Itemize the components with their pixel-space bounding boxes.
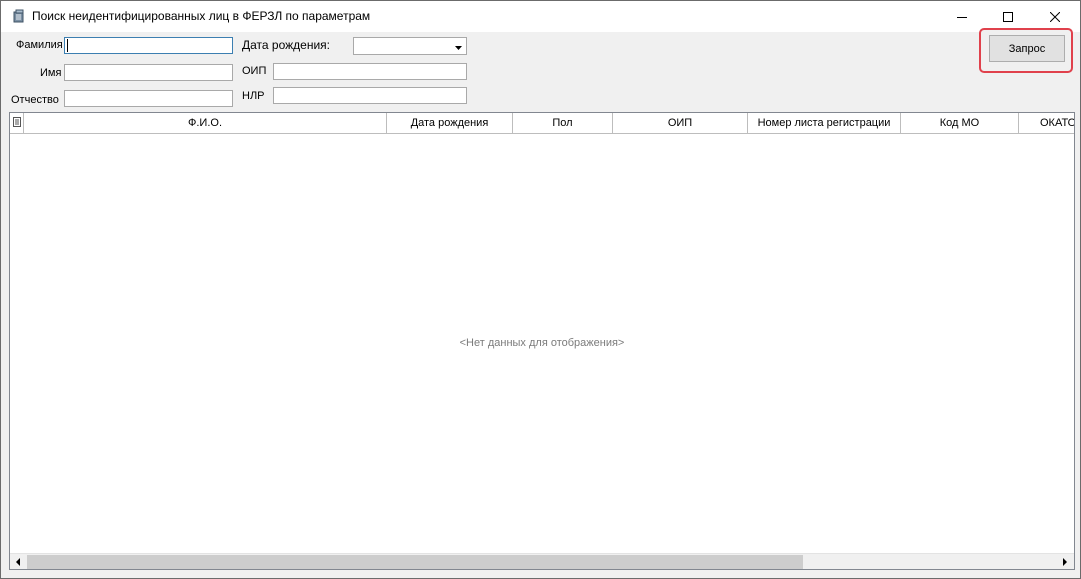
close-icon — [1050, 11, 1060, 22]
patronymic-label: Отчество — [11, 94, 59, 106]
text-caret — [67, 39, 68, 52]
nlr-field[interactable] — [273, 87, 467, 104]
column-header-birth-date[interactable]: Дата рождения — [387, 113, 513, 133]
oip-label: ОИП — [242, 65, 267, 77]
nlr-label: НЛР — [242, 90, 265, 102]
grid-header: Ф.И.О. Дата рождения Пол ОИП Номер листа… — [10, 113, 1074, 134]
name-field[interactable] — [64, 64, 233, 81]
column-chooser-button[interactable] — [10, 113, 24, 133]
title-bar[interactable]: Поиск неидентифицированных лиц в ФЕРЗЛ п… — [1, 1, 1080, 32]
chevron-down-icon[interactable] — [454, 41, 463, 55]
scrollbar-thumb[interactable] — [27, 555, 803, 569]
surname-label: Фамилия — [16, 39, 63, 51]
column-header-oip[interactable]: ОИП — [613, 113, 748, 133]
minimize-icon — [957, 12, 967, 22]
window-title: Поиск неидентифицированных лиц в ФЕРЗЛ п… — [32, 9, 371, 23]
oip-field[interactable] — [273, 63, 467, 80]
app-icon — [12, 9, 26, 23]
scroll-right-button[interactable] — [1057, 554, 1073, 569]
birth-date-label: Дата рождения: — [242, 38, 330, 52]
column-chooser-icon — [12, 116, 21, 130]
column-header-okato[interactable]: ОКАТО — [1019, 113, 1074, 133]
scroll-left-icon — [15, 555, 21, 569]
surname-field[interactable] — [64, 37, 233, 54]
query-button[interactable]: Запрос — [989, 35, 1065, 62]
minimize-button[interactable] — [939, 1, 985, 32]
scroll-right-icon — [1062, 555, 1068, 569]
maximize-icon — [1003, 11, 1013, 22]
patronymic-field[interactable] — [64, 90, 233, 107]
birth-date-picker[interactable] — [353, 37, 467, 55]
results-grid[interactable]: Ф.И.О. Дата рождения Пол ОИП Номер листа… — [9, 112, 1075, 570]
scroll-left-button[interactable] — [10, 554, 26, 569]
column-header-fio[interactable]: Ф.И.О. — [24, 113, 387, 133]
column-header-mo-code[interactable]: Код МО — [901, 113, 1019, 133]
empty-grid-message: <Нет данных для отображения> — [459, 337, 625, 349]
search-window: Поиск неидентифицированных лиц в ФЕРЗЛ п… — [0, 0, 1081, 579]
name-label: Имя — [40, 67, 62, 79]
column-header-sex[interactable]: Пол — [513, 113, 613, 133]
column-header-registration-sheet[interactable]: Номер листа регистрации — [748, 113, 901, 133]
horizontal-scrollbar[interactable] — [10, 553, 1074, 569]
